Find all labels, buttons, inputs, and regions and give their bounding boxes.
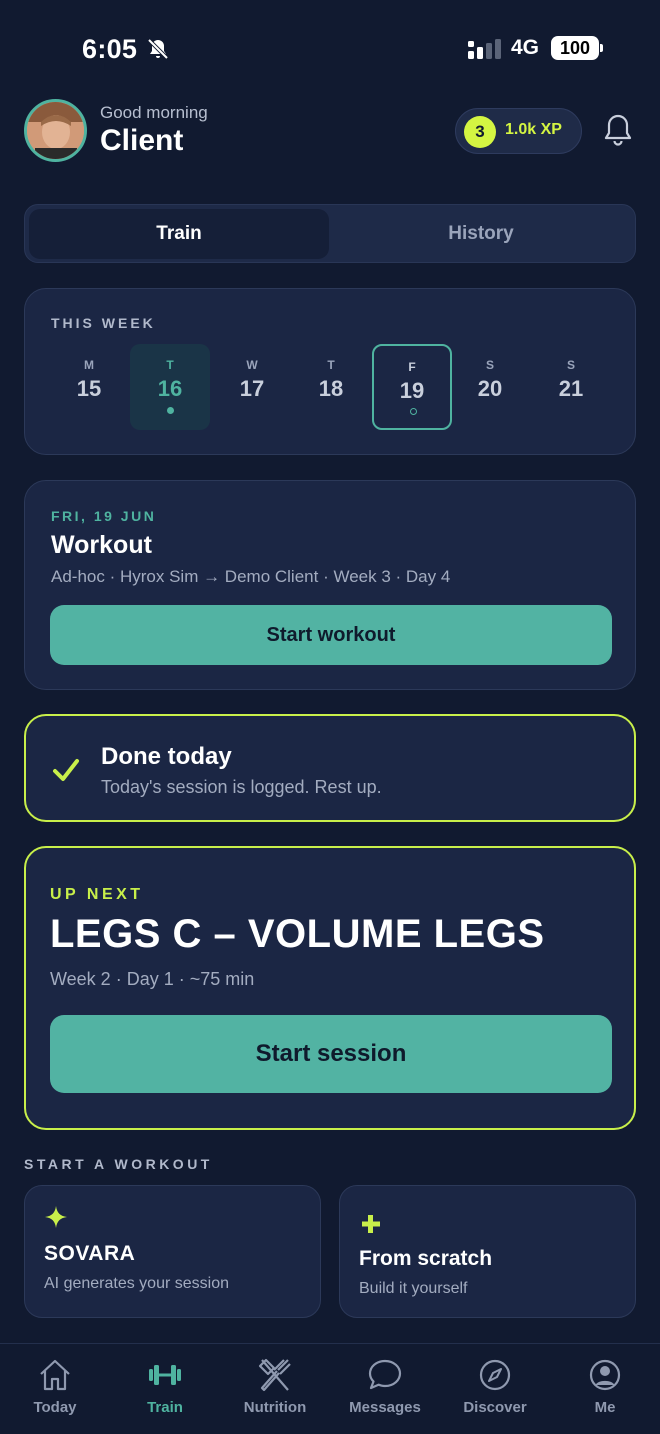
day-sun[interactable]: S 21 bbox=[531, 344, 611, 430]
up-next-card: UP NEXT LEGS C – VOLUME LEGS Week 2 · Da… bbox=[24, 846, 636, 1130]
day-number: 20 bbox=[477, 376, 503, 401]
nav-me[interactable]: Me bbox=[550, 1356, 660, 1416]
day-mon[interactable]: M 15 bbox=[49, 344, 129, 430]
client-name: Client bbox=[100, 124, 184, 157]
workout-dot bbox=[167, 407, 174, 414]
battery-indicator: 100 bbox=[551, 36, 603, 60]
option-subtitle: Build it yourself bbox=[359, 1280, 468, 1297]
dumbbell-icon bbox=[149, 1365, 181, 1385]
day-letter: T bbox=[327, 358, 335, 372]
bell-off-icon bbox=[147, 38, 169, 60]
done-today-card: Done today Today's session is logged. Re… bbox=[24, 714, 636, 822]
nav-label: Today bbox=[33, 1399, 77, 1416]
nav-discover[interactable]: Discover bbox=[440, 1356, 550, 1416]
xp-level: 3 bbox=[464, 116, 496, 148]
day-thu[interactable]: T 18 bbox=[291, 344, 371, 430]
day-letter: S bbox=[485, 358, 494, 372]
day-fri[interactable]: F 19 bbox=[372, 344, 452, 430]
option-title: SOVARA bbox=[44, 1242, 136, 1265]
option-subtitle: AI generates your session bbox=[44, 1275, 229, 1292]
done-subtitle: Today's session is logged. Rest up. bbox=[101, 777, 382, 797]
workout-card: FRI, 19 JUN Workout Ad-hoc · Hyrox Sim →… bbox=[24, 480, 636, 690]
nav-nutrition[interactable]: Nutrition bbox=[220, 1356, 330, 1416]
workout-subtitle: Ad-hoc · Hyrox Sim → Demo Client · Week … bbox=[51, 567, 451, 586]
xp-badge[interactable]: 3 1.0k XP bbox=[455, 108, 582, 154]
greeting: Good morning bbox=[100, 103, 208, 122]
nav-label: Me bbox=[594, 1399, 616, 1416]
bell-icon[interactable] bbox=[602, 113, 634, 147]
workout-title: Workout bbox=[51, 531, 152, 559]
train-history-tabs: Train History bbox=[24, 204, 636, 263]
day-letter: F bbox=[408, 360, 416, 374]
day-number: 16 bbox=[157, 376, 183, 401]
signal-icon bbox=[468, 39, 501, 59]
start-session-button[interactable]: Start session bbox=[50, 1015, 612, 1093]
day-wed[interactable]: W 17 bbox=[212, 344, 292, 430]
up-next-subtitle: Week 2 · Day 1 · ~75 min bbox=[50, 969, 255, 989]
home-icon bbox=[40, 1359, 70, 1391]
up-next-title: LEGS C – VOLUME LEGS bbox=[50, 912, 545, 956]
week-label: THIS WEEK bbox=[51, 315, 156, 331]
status-time: 6:05 bbox=[82, 34, 138, 64]
day-letter: W bbox=[246, 358, 258, 372]
week-calendar: THIS WEEK M 15 T 16 W 17 T 18 F 19 S 20 … bbox=[24, 288, 636, 455]
day-letter: T bbox=[166, 358, 174, 372]
tab-train[interactable]: Train bbox=[29, 209, 329, 259]
planned-dot bbox=[410, 408, 417, 415]
check-icon bbox=[53, 759, 79, 781]
up-next-label: UP NEXT bbox=[50, 886, 144, 903]
bottom-nav: Today Train Nutrition Messages Discover bbox=[0, 1343, 660, 1434]
sparkle-icon bbox=[45, 1206, 67, 1228]
nav-label: Nutrition bbox=[243, 1399, 307, 1416]
plus-icon bbox=[362, 1215, 380, 1233]
day-number: 15 bbox=[76, 376, 102, 401]
day-number: 17 bbox=[239, 376, 265, 401]
nav-train[interactable]: Train bbox=[110, 1356, 220, 1416]
start-workout-button[interactable]: Start workout bbox=[50, 605, 612, 665]
workout-date: FRI, 19 JUN bbox=[51, 508, 157, 524]
from-scratch-option[interactable]: From scratch Build it yourself bbox=[339, 1185, 636, 1318]
day-number: 21 bbox=[558, 376, 584, 401]
avatar-image bbox=[27, 102, 84, 159]
compass-icon bbox=[479, 1359, 511, 1391]
done-title: Done today bbox=[101, 743, 232, 770]
day-sat[interactable]: S 20 bbox=[450, 344, 530, 430]
fork-knife-icon bbox=[258, 1358, 291, 1392]
start-workout-label: START A WORKOUT bbox=[24, 1156, 213, 1172]
avatar[interactable] bbox=[24, 99, 87, 162]
person-icon bbox=[589, 1359, 621, 1391]
day-number: 19 bbox=[399, 378, 425, 403]
tab-history[interactable]: History bbox=[331, 209, 631, 259]
nav-label: Discover bbox=[463, 1399, 527, 1416]
day-tue[interactable]: T 16 bbox=[130, 344, 210, 430]
nav-label: Train bbox=[147, 1399, 183, 1416]
xp-text: 1.0k XP bbox=[505, 121, 562, 138]
network-type: 4G bbox=[511, 36, 540, 59]
nav-today[interactable]: Today bbox=[0, 1356, 110, 1416]
option-title: From scratch bbox=[359, 1247, 493, 1270]
chat-icon bbox=[368, 1359, 402, 1390]
status-bar: 6:05 4G 100 bbox=[0, 0, 660, 96]
day-letter: M bbox=[84, 358, 94, 372]
day-number: 18 bbox=[318, 376, 344, 401]
day-letter: S bbox=[566, 358, 575, 372]
sovara-option[interactable]: SOVARA AI generates your session bbox=[24, 1185, 321, 1318]
nav-messages[interactable]: Messages bbox=[330, 1356, 440, 1416]
nav-label: Messages bbox=[349, 1399, 421, 1416]
